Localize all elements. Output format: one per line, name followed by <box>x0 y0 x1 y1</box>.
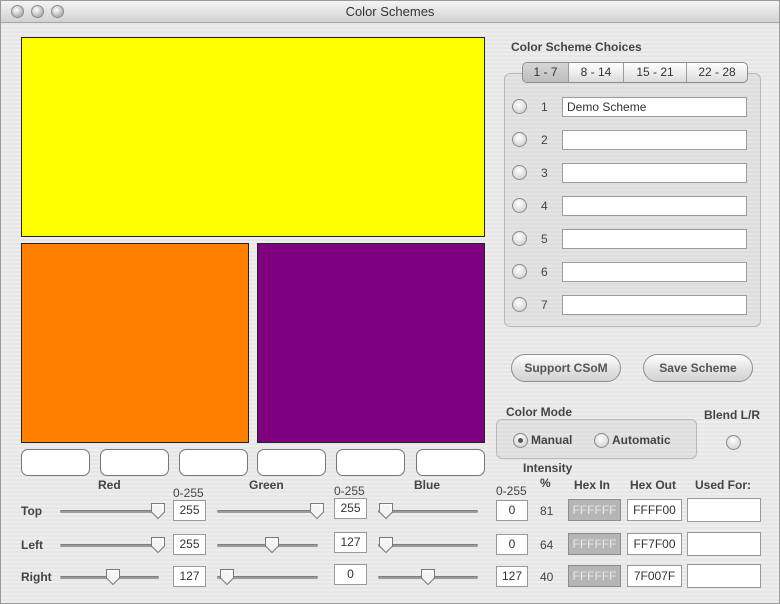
color-well-5[interactable] <box>336 449 405 476</box>
left-intensity: 64 <box>540 538 554 552</box>
top-color-swatch <box>21 37 485 237</box>
scheme-7-number: 7 <box>541 298 548 312</box>
scheme-4-number: 4 <box>541 199 548 213</box>
left-red-slider-thumb[interactable] <box>150 536 166 554</box>
used-for-label: Used For: <box>695 478 752 492</box>
top-blue-value[interactable]: 0 <box>496 500 528 521</box>
hex-in-label: Hex In <box>574 478 611 492</box>
hex-out-label: Hex Out <box>630 478 677 492</box>
left-red-slider-track[interactable] <box>60 544 159 547</box>
left-color-swatch <box>21 243 249 443</box>
save-scheme-button[interactable]: Save Scheme <box>643 354 753 382</box>
scheme-2-number: 2 <box>541 133 548 147</box>
right-green-slider-thumb[interactable] <box>219 568 235 586</box>
color-well-1[interactable] <box>21 449 90 476</box>
scheme-7-radio[interactable] <box>512 297 527 312</box>
intensity-label: Intensity <box>523 461 573 475</box>
scheme-5-radio[interactable] <box>512 231 527 246</box>
green-range-label: 0-255 <box>334 484 365 498</box>
right-blue-slider-thumb[interactable] <box>420 568 436 586</box>
scheme-2-radio[interactable] <box>512 132 527 147</box>
scheme-6-name-field[interactable] <box>562 262 747 282</box>
left-blue-value[interactable]: 0 <box>496 534 528 555</box>
scheme-4-radio[interactable] <box>512 198 527 213</box>
scheme-6-number: 6 <box>541 265 548 279</box>
red-label: Red <box>98 478 121 492</box>
top-green-slider-thumb[interactable] <box>309 502 325 520</box>
scheme-3-radio[interactable] <box>512 165 527 180</box>
color-mode-label: Color Mode <box>506 405 572 419</box>
top-green-value[interactable]: 255 <box>334 498 367 519</box>
top-hex-in: FFFFFF <box>568 499 621 521</box>
color-well-4[interactable] <box>257 449 326 476</box>
tab-22-28[interactable]: 22 - 28 <box>687 63 747 82</box>
scheme-2-name-field[interactable] <box>562 130 747 150</box>
color-well-2[interactable] <box>100 449 169 476</box>
window: Color Schemes Red Green Blue 0-255 0-255… <box>0 0 780 604</box>
scheme-5-number: 5 <box>541 232 548 246</box>
red-range-label: 0-255 <box>173 486 204 500</box>
left-hex-out[interactable]: FF7F00 <box>627 533 682 555</box>
tab-15-21[interactable]: 15 - 21 <box>624 63 687 82</box>
blend-lr-label: Blend L/R <box>704 408 760 422</box>
right-used-for-field[interactable] <box>687 564 761 588</box>
top-intensity: 81 <box>540 504 554 518</box>
left-blue-slider-thumb[interactable] <box>378 536 394 554</box>
top-red-slider-track[interactable] <box>60 510 159 513</box>
scheme-3-name-field[interactable] <box>562 163 747 183</box>
top-hex-out[interactable]: FFFF00 <box>627 499 682 521</box>
scheme-4-name-field[interactable] <box>562 196 747 216</box>
tab-1-7[interactable]: 1 - 7 <box>523 63 569 82</box>
blue-label: Blue <box>414 478 441 492</box>
color-well-6[interactable] <box>416 449 485 476</box>
tab-8-14[interactable]: 8 - 14 <box>569 63 624 82</box>
scheme-1-radio[interactable] <box>512 99 527 114</box>
intensity-unit-label: % <box>540 476 551 490</box>
top-used-for-field[interactable] <box>687 498 761 522</box>
scheme-1-number: 1 <box>541 100 548 114</box>
right-red-slider-thumb[interactable] <box>105 568 121 586</box>
left-row-label: Left <box>21 538 43 552</box>
right-red-value[interactable]: 127 <box>173 566 206 587</box>
scheme-tabs: 1 - 7 8 - 14 15 - 21 22 - 28 <box>522 62 748 83</box>
right-intensity: 40 <box>540 570 554 584</box>
scheme-1-name-field[interactable]: Demo Scheme <box>562 97 747 117</box>
left-used-for-field[interactable] <box>687 532 761 556</box>
right-hex-out[interactable]: 7F007F <box>627 565 682 587</box>
manual-radio[interactable] <box>513 433 528 448</box>
blend-lr-radio[interactable] <box>726 435 741 450</box>
right-row-label: Right <box>21 570 52 584</box>
manual-label[interactable]: Manual <box>531 433 572 447</box>
top-red-slider-thumb[interactable] <box>150 502 166 520</box>
left-green-slider-thumb[interactable] <box>264 536 280 554</box>
left-hex-in: FFFFFF <box>568 533 621 555</box>
right-color-swatch <box>257 243 485 443</box>
scheme-6-radio[interactable] <box>512 264 527 279</box>
green-label: Green <box>249 478 284 492</box>
scheme-3-number: 3 <box>541 166 548 180</box>
left-red-value[interactable]: 255 <box>173 534 206 555</box>
radio-selected-dot <box>518 438 523 443</box>
scheme-5-name-field[interactable] <box>562 229 747 249</box>
title-bar[interactable]: Color Schemes <box>1 1 779 23</box>
automatic-radio[interactable] <box>594 433 609 448</box>
scheme-7-name-field[interactable] <box>562 295 747 315</box>
support-csom-button[interactable]: Support CSoM <box>511 354 621 382</box>
top-red-value[interactable]: 255 <box>173 500 206 521</box>
window-title: Color Schemes <box>345 4 435 19</box>
scheme-choices-heading: Color Scheme Choices <box>511 40 642 54</box>
blue-range-label: 0-255 <box>496 484 527 498</box>
top-green-slider-track[interactable] <box>217 510 318 513</box>
right-green-value[interactable]: 0 <box>334 564 367 585</box>
top-row-label: Top <box>21 504 43 518</box>
top-blue-slider-thumb[interactable] <box>378 502 394 520</box>
color-well-3[interactable] <box>179 449 248 476</box>
right-blue-value[interactable]: 127 <box>496 566 528 587</box>
automatic-label[interactable]: Automatic <box>612 433 671 447</box>
right-hex-in: FFFFFF <box>568 565 621 587</box>
left-green-value[interactable]: 127 <box>334 532 367 553</box>
